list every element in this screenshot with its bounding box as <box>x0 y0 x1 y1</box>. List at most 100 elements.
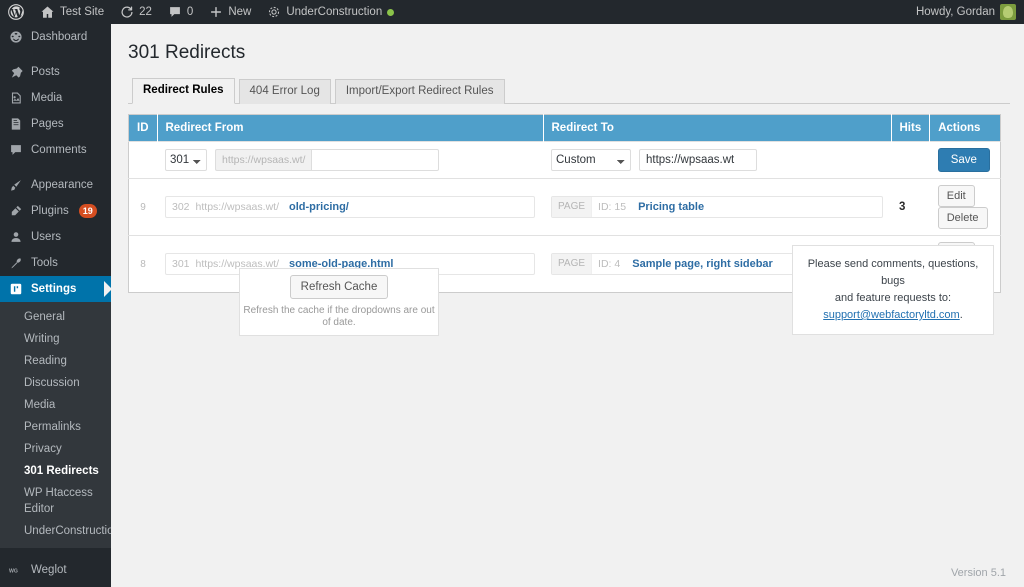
rule-hits: 3 <box>891 178 930 236</box>
column-header-hits: Hits <box>891 114 931 142</box>
sidebar-item-dashboard[interactable]: Dashboard <box>0 24 111 50</box>
sidebar-subitem-underconstruction[interactable]: UnderConstruction <box>0 520 111 542</box>
adminbar-updates-count: 22 <box>139 6 152 18</box>
column-header-actions: Actions <box>929 114 1001 142</box>
sidebar-subitem-permalinks[interactable]: Permalinks <box>0 416 111 438</box>
adminbar-underconstruction[interactable]: UnderConstruction <box>259 0 402 24</box>
adminbar-howdy-label: Howdy, Gordan <box>915 6 995 18</box>
sidebar-item-posts[interactable]: Posts <box>0 59 111 85</box>
sidebar-separator-1 <box>0 50 111 59</box>
comments-icon <box>8 142 24 158</box>
delete-button[interactable]: Delete <box>937 207 988 229</box>
sidebar-label-users: Users <box>31 231 62 243</box>
sidebar-subitem-discussion[interactable]: Discussion <box>0 372 111 394</box>
rule-to-value: Pricing table <box>638 201 705 213</box>
rule-to-id: ID: 4 <box>598 258 621 270</box>
sidebar-item-settings[interactable]: Settings <box>0 276 111 302</box>
tab-404-error-log[interactable]: 404 Error Log <box>238 79 331 104</box>
sidebar-item-weglot[interactable]: WG Weglot <box>0 557 111 583</box>
sidebar-label-appearance: Appearance <box>31 179 94 191</box>
sidebar-submenu-settings: General Writing Reading Discussion Media… <box>0 302 111 548</box>
sidebar-item-media[interactable]: Media <box>0 85 111 111</box>
sidebar-separator-2 <box>0 163 111 172</box>
table-row: 9 302 https://wpsaas.wt/ old-pricing/ PA… <box>128 178 1001 236</box>
sidebar-subitem-general[interactable]: General <box>0 306 111 328</box>
sidebar-item-pages[interactable]: Pages <box>0 111 111 137</box>
adminbar-site-label: Test Site <box>60 6 105 18</box>
sidebar-item-plugins[interactable]: Plugins 19 <box>0 198 111 224</box>
adminbar-site-name[interactable]: Test Site <box>32 0 112 24</box>
rule-to-type-badge: PAGE <box>552 254 593 274</box>
new-rule-from-prefix: https://wpsaas.wt/ <box>215 149 312 171</box>
tab-redirect-rules[interactable]: Redirect Rules <box>132 78 235 104</box>
updates-icon <box>120 5 134 19</box>
rule-id: 9 <box>128 178 157 236</box>
sidebar-label-pages: Pages <box>31 118 64 130</box>
tab-import-export-redirect-rules[interactable]: Import/Export Redirect Rules <box>334 79 505 104</box>
pages-icon <box>8 116 24 132</box>
rule-from-cell: 302 https://wpsaas.wt/ old-pricing/ <box>157 178 543 236</box>
main-content: 301 Redirects Redirect Rules 404 Error L… <box>111 24 1024 587</box>
redirect-from-input[interactable] <box>311 149 440 171</box>
rule-status-code: 302 <box>172 201 190 213</box>
page-title: 301 Redirects <box>128 42 246 63</box>
sidebar-subitem-privacy[interactable]: Privacy <box>0 438 111 460</box>
rule-to-value: Sample page, right sidebar <box>632 258 773 270</box>
table-head: ID Redirect From Redirect To Hits Action… <box>128 114 1001 142</box>
adminbar-comments[interactable]: 0 <box>160 0 201 24</box>
plugins-plug-icon <box>8 203 24 219</box>
redirect-to-input[interactable] <box>639 149 757 171</box>
admin-sidebar: Dashboard Posts Media Pages Comments App… <box>0 24 111 587</box>
sidebar-subitem-media[interactable]: Media <box>0 394 111 416</box>
adminbar-spacer <box>402 0 908 24</box>
edit-button[interactable]: Edit <box>937 185 975 207</box>
new-rule-from-cell: 301 302 307 https://wpsaas.wt/ <box>157 141 543 179</box>
rule-to-field[interactable]: PAGE ID: 15 Pricing table <box>551 196 883 218</box>
weglot-icon: WG <box>8 562 24 578</box>
table-header-row: ID Redirect From Redirect To Hits Action… <box>128 114 1001 142</box>
sidebar-item-comments[interactable]: Comments <box>0 137 111 163</box>
adminbar-comments-count: 0 <box>186 6 194 18</box>
support-email-link[interactable]: support@webfactoryltd.com <box>823 309 960 321</box>
status-code-select[interactable]: 301 302 307 <box>165 149 207 171</box>
sidebar-label-settings: Settings <box>31 283 77 295</box>
sidebar-item-users[interactable]: Users <box>0 224 111 250</box>
adminbar-wp-logo[interactable] <box>0 0 32 24</box>
save-button[interactable]: Save <box>937 148 990 172</box>
rule-from-prefix: https://wpsaas.wt/ <box>195 201 279 213</box>
sidebar-item-appearance[interactable]: Appearance <box>0 172 111 198</box>
sidebar-subitem-wp-htaccess-editor[interactable]: WP Htaccess Editor <box>0 482 111 520</box>
support-email-period: . <box>959 309 963 321</box>
new-rule-row: 301 302 307 https://wpsaas.wt/ Custom Pa <box>128 141 1001 179</box>
version-label: Version 5.1 <box>950 567 1006 579</box>
sidebar-label-tools: Tools <box>31 257 58 269</box>
sidebar-item-tools[interactable]: Tools <box>0 250 111 276</box>
sidebar-separator-3 <box>0 548 111 557</box>
new-rule-hits-cell <box>891 141 930 179</box>
svg-text:WG: WG <box>9 568 18 574</box>
plugins-update-badge: 19 <box>78 204 97 218</box>
sidebar-subitem-reading[interactable]: Reading <box>0 350 111 372</box>
rule-actions-cell: Edit Delete <box>929 178 1001 236</box>
refresh-cache-box: Refresh Cache Refresh the cache if the d… <box>239 268 439 336</box>
posts-pin-icon <box>8 64 24 80</box>
sidebar-label-plugins: Plugins <box>31 205 69 217</box>
adminbar-new-content[interactable]: New <box>201 0 259 24</box>
adminbar-updates[interactable]: 22 <box>112 0 160 24</box>
new-rule-to-group: Custom Page Post Category <box>551 149 883 171</box>
support-line-1: Please send comments, questions, bugs <box>807 258 979 287</box>
settings-gear-icon <box>8 281 24 297</box>
redirect-target-type-select[interactable]: Custom Page Post Category <box>551 149 631 171</box>
home-icon <box>40 5 55 20</box>
sidebar-subitem-301-redirects[interactable]: 301 Redirects <box>0 460 111 482</box>
appearance-brush-icon <box>8 177 24 193</box>
refresh-cache-button[interactable]: Refresh Cache <box>289 275 389 299</box>
sidebar-subitem-writing[interactable]: Writing <box>0 328 111 350</box>
refresh-cache-hint: Refresh the cache if the dropdowns are o… <box>243 305 435 328</box>
sidebar-label-dashboard: Dashboard <box>31 31 88 43</box>
rule-to-cell: PAGE ID: 15 Pricing table <box>543 178 891 236</box>
adminbar-my-account[interactable]: Howdy, Gordan <box>908 0 1024 24</box>
rule-from-field[interactable]: 302 https://wpsaas.wt/ old-pricing/ <box>165 196 535 218</box>
sidebar-item-collapse-menu[interactable]: Collapse menu <box>0 583 111 587</box>
sidebar-label-weglot: Weglot <box>31 564 67 576</box>
